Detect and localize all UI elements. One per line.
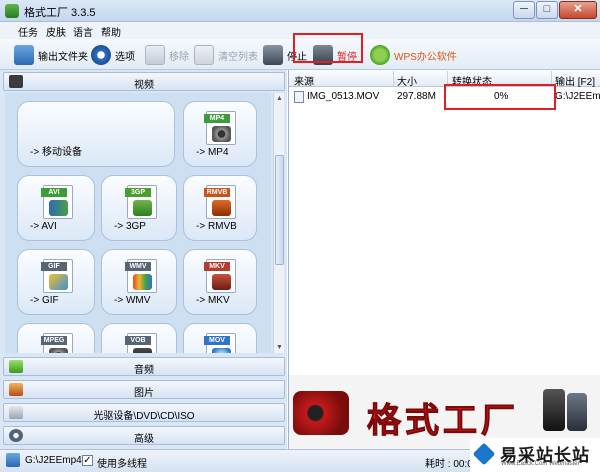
tile-label: -> MKV (196, 295, 230, 306)
output-path: G:\J2EEmp4 (25, 455, 82, 466)
multithread-checkbox[interactable]: ✓ (82, 455, 93, 466)
clear-list-button[interactable]: 清空列表 (194, 43, 258, 67)
row-source: IMG_0513.MOV (307, 91, 380, 102)
tile-3gp[interactable]: 3GP -> 3GP (101, 175, 177, 241)
tile-avi[interactable]: AVI -> AVI (17, 175, 95, 241)
tile-label: -> MP4 (196, 147, 229, 158)
column-source[interactable]: 来源 (294, 73, 314, 88)
minimize-button[interactable]: ─ (513, 1, 535, 19)
phone-icon (543, 389, 565, 431)
vob-file-icon: VOB (125, 333, 157, 353)
folder-icon (14, 45, 34, 65)
remove-label: 移除 (169, 51, 189, 63)
tile-mpeg[interactable]: MPEG (17, 323, 95, 353)
menu-help[interactable]: 帮助 (101, 24, 121, 39)
category-disc[interactable]: 光驱设备\DVD\CD\ISO (3, 403, 285, 422)
category-panel: 视频 -> 移动设备 MP4 -> MP4 AVI -> AVI 3GP -> … (0, 70, 287, 449)
row-size: 297.88M (397, 91, 436, 102)
tile-label: -> GIF (30, 295, 59, 306)
pda-icon (567, 393, 587, 431)
category-disc-label: 光驱设备\DVD\CD\ISO (93, 411, 195, 422)
window-title: 格式工厂 3.3.5 (24, 7, 96, 19)
category-audio[interactable]: 音频 (3, 357, 285, 376)
tile-label: -> WMV (114, 295, 151, 306)
tile-gif[interactable]: GIF -> GIF (17, 249, 95, 315)
options-label: 选项 (115, 51, 135, 63)
category-advanced-label: 高级 (134, 434, 154, 445)
clear-list-label: 清空列表 (218, 51, 258, 63)
clear-list-icon (194, 45, 214, 65)
tile-mp4[interactable]: MP4 -> MP4 (183, 101, 257, 167)
pause-highlight-box (293, 33, 363, 63)
row-output: G:\J2EEm (555, 91, 600, 102)
file-icon (294, 91, 304, 103)
category-advanced[interactable]: 高级 (3, 426, 285, 445)
scroll-up-arrow-icon[interactable]: ▲ (274, 93, 285, 104)
wps-office-button[interactable]: WPS办公软件 (370, 43, 457, 67)
options-button[interactable]: 选项 (91, 43, 135, 67)
tile-label: -> RMVB (196, 221, 237, 232)
wps-label: WPS办公软件 (394, 51, 457, 63)
folder-icon[interactable] (6, 453, 20, 467)
tile-label: -> AVI (30, 221, 57, 232)
mp4-file-icon: MP4 (204, 111, 236, 145)
tile-vob[interactable]: VOB (101, 323, 177, 353)
column-size[interactable]: 大小 (397, 73, 417, 88)
tile-mobile-device[interactable]: -> 移动设备 (17, 101, 175, 167)
category-audio-label: 音频 (134, 365, 154, 376)
stop-icon (263, 45, 283, 65)
output-folder-label: 输出文件夹 (38, 51, 88, 63)
tile-mkv[interactable]: MKV -> MKV (183, 249, 257, 315)
remove-button[interactable]: 移除 (145, 43, 189, 67)
rmvb-file-icon: RMVB (204, 185, 236, 219)
gear-icon (91, 45, 111, 65)
app-icon (5, 4, 19, 18)
mov-file-icon: MOV (204, 333, 236, 353)
remove-icon (145, 45, 165, 65)
wps-icon (370, 45, 390, 65)
avi-file-icon: AVI (41, 185, 73, 219)
gif-file-icon: GIF (41, 259, 73, 293)
wmv-file-icon: WMV (125, 259, 157, 293)
category-image[interactable]: 图片 (3, 380, 285, 399)
3gp-file-icon: 3GP (125, 185, 157, 219)
mkv-file-icon: MKV (204, 259, 236, 293)
close-button[interactable]: ✕ (559, 1, 597, 19)
menu-task[interactable]: 任务 (18, 24, 38, 39)
menu-skin[interactable]: 皮肤 (46, 24, 66, 39)
progress-highlight-box (444, 84, 556, 110)
multithread-label: 使用多线程 (97, 459, 147, 470)
title-bar: 格式工厂 3.3.5 ─ □ ✕ (0, 0, 600, 22)
mpeg-file-icon: MPEG (41, 333, 73, 353)
tile-rmvb[interactable]: RMVB -> RMVB (183, 175, 257, 241)
category-video-label: 视频 (134, 80, 154, 91)
category-image-label: 图片 (134, 388, 154, 399)
camera-icon (293, 391, 349, 435)
video-grid-scrollbar[interactable]: ▲ ▼ (273, 93, 284, 353)
scroll-thumb[interactable] (275, 155, 284, 265)
watermark-logo-icon (472, 442, 496, 466)
tile-mov[interactable]: MOV (183, 323, 257, 353)
output-folder-button[interactable]: 输出文件夹 (14, 43, 88, 67)
maximize-button[interactable]: □ (536, 1, 558, 19)
column-output[interactable]: 输出 [F2] (555, 73, 595, 88)
brand-text: 格式工厂 (367, 401, 519, 442)
tile-wmv[interactable]: WMV -> WMV (101, 249, 177, 315)
scroll-down-arrow-icon[interactable]: ▼ (274, 342, 285, 353)
watermark: 易采站长站 Www.Easck.Com Webmaster (470, 438, 600, 472)
tile-label: -> 3GP (114, 221, 146, 232)
task-list-panel: 来源 大小 转换状态 输出 [F2] IMG_0513.MOV 297.88M … (288, 70, 600, 449)
elapsed-time: 耗时 : 00:0 (425, 459, 473, 470)
tile-label: -> 移动设备 (30, 147, 82, 158)
watermark-subtext: Www.Easck.Com Webmaster (501, 461, 580, 467)
video-format-grid: -> 移动设备 MP4 -> MP4 AVI -> AVI 3GP -> 3GP (5, 93, 271, 353)
menu-language[interactable]: 语言 (73, 24, 93, 39)
category-video[interactable]: 视频 (3, 72, 285, 91)
